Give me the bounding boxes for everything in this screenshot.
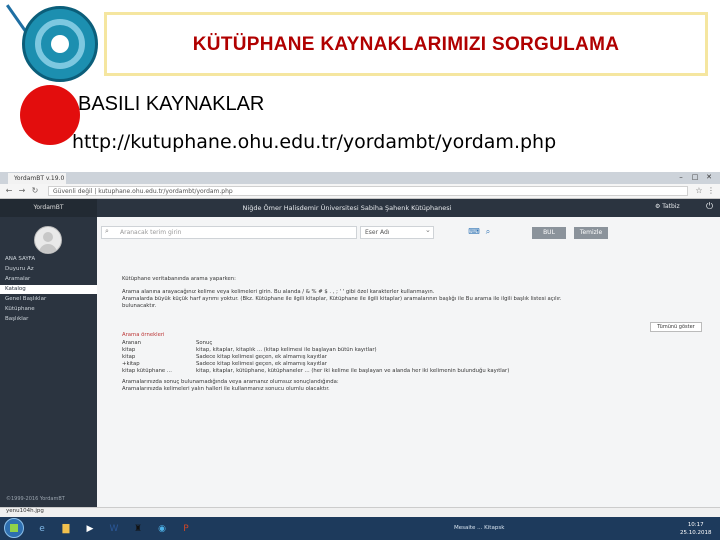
sidebar-item-searches[interactable]: Aramalar: [0, 275, 97, 284]
reload-icon[interactable]: ↻: [30, 186, 40, 196]
search-input[interactable]: Aranacak terim girin: [101, 226, 357, 239]
help-line: bulunacaktır.: [122, 303, 157, 309]
slide-title: KÜTÜPHANE KAYNAKLARIMIZI SORGULAMA: [192, 34, 620, 55]
tab-bar: [0, 172, 720, 184]
copyright: ©1999-2016 YordamBT: [6, 496, 65, 502]
red-bullet-dot: [20, 85, 80, 145]
clock-date: 25.10.2018: [680, 530, 712, 536]
example-term: Aranan: [122, 340, 142, 346]
slide-subtitle: BASILI KAYNAKLAR: [78, 93, 265, 115]
keyboard-icon[interactable]: ⌨: [468, 226, 480, 238]
clock[interactable]: 10:17 25.10.2018: [680, 521, 712, 537]
find-button[interactable]: BUL: [532, 227, 566, 239]
help-line: Aramalarda büyük küçük harf ayrımı yoktu…: [122, 296, 562, 302]
settings-label: Tatbiz: [662, 203, 680, 210]
sidebar-item-home[interactable]: ANA SAYFA: [0, 255, 97, 264]
word-icon[interactable]: W: [106, 522, 122, 536]
ie-icon[interactable]: e: [34, 522, 50, 536]
sidebar-item-announcements[interactable]: Duyuru Az: [0, 265, 97, 274]
menu-icon[interactable]: ⋮: [706, 186, 716, 196]
example-result: kitap, kitaplar, kütüphane, kütüphaneler…: [196, 368, 510, 374]
powerpoint-icon[interactable]: P: [178, 522, 194, 536]
chrome-icon[interactable]: ◉: [154, 522, 170, 536]
example-result: Sonuç: [196, 340, 213, 346]
download-item[interactable]: yenu104h.jpg: [6, 508, 44, 514]
footer-note: Aramalarınızda kelimeleri yalın halleri …: [122, 386, 330, 392]
folder-icon[interactable]: ▇: [58, 522, 74, 536]
main-content: [97, 217, 720, 507]
field-select[interactable]: Eser Adı: [360, 226, 434, 239]
search-options-icon[interactable]: ⌕: [482, 226, 494, 238]
chevron-down-icon: ⌄: [425, 226, 431, 234]
maximize-icon[interactable]: □: [690, 173, 700, 182]
example-term: kitap: [122, 347, 136, 353]
example-result: Sadece kitap kelimesi geçen, ek almamış …: [196, 354, 327, 360]
catalog-url[interactable]: http://kutuphane.ohu.edu.tr/yordambt/yor…: [72, 131, 556, 153]
example-result: kitap, kitaplar, kitaplık ... (kitap kel…: [196, 347, 377, 353]
minimize-icon[interactable]: –: [676, 173, 686, 182]
search-icon: ⌕: [105, 227, 109, 235]
help-line: Arama alanına arayacağınız kelime veya k…: [122, 289, 435, 295]
browser-tab[interactable]: YordamBT v.19.0: [8, 173, 66, 184]
clock-time: 10:17: [687, 522, 704, 528]
back-icon[interactable]: ←: [4, 186, 14, 196]
app-title: Niğde Ömer Halisdemir Üniversitesi Sabih…: [242, 204, 452, 212]
browser-window: YordamBT v.19.0 – □ ✕ ← → ↻ Güvenli deği…: [0, 172, 720, 540]
footer-note: Aramalarınızda sonuç bulunamadığında vey…: [122, 379, 339, 385]
media-player-icon[interactable]: ▶: [82, 522, 98, 536]
clear-button[interactable]: Temizle: [574, 227, 608, 239]
sidebar-item-general-headings[interactable]: Genel Başlıklar: [0, 295, 97, 304]
sidebar-item-headings[interactable]: Başlıklar: [0, 315, 97, 324]
url-field[interactable]: Güvenli değil | kutuphane.ohu.edu.tr/yor…: [48, 186, 688, 196]
hat-icon[interactable]: ♜: [130, 522, 146, 536]
examples-title: Arama örnekleri: [122, 332, 165, 338]
close-icon[interactable]: ✕: [704, 173, 714, 182]
sidebar-item-library[interactable]: Kütüphane: [0, 305, 97, 314]
example-result: Sadece kitap kelimesi geçen, ek almamış …: [196, 361, 327, 367]
app-brand: YordamBT: [0, 199, 97, 217]
exit-icon[interactable]: ⏻: [706, 202, 713, 212]
sidebar-item-catalog[interactable]: Katalog: [0, 285, 97, 294]
example-term: +kitap: [122, 361, 140, 367]
show-all-button[interactable]: Tümünü göster: [650, 322, 702, 332]
tray-text: Mesaite ... Kitapsk: [454, 525, 505, 531]
university-logo: [22, 6, 98, 82]
avatar: [34, 226, 62, 254]
help-heading: Kütüphane veritabanında arama yaparken:: [122, 276, 236, 282]
sidebar: YordamBT ANA SAYFA Duyuru Az Aramalar Ka…: [0, 199, 97, 507]
example-term: kitap: [122, 354, 136, 360]
example-term: kitap kütüphane ...: [122, 368, 172, 374]
forward-icon[interactable]: →: [17, 186, 27, 196]
address-bar: ← → ↻ Güvenli değil | kutuphane.ohu.edu.…: [0, 184, 720, 199]
star-icon[interactable]: ☆: [694, 186, 704, 196]
settings-link[interactable]: ⚙ Tatbiz: [655, 203, 680, 210]
start-button[interactable]: [4, 518, 24, 538]
